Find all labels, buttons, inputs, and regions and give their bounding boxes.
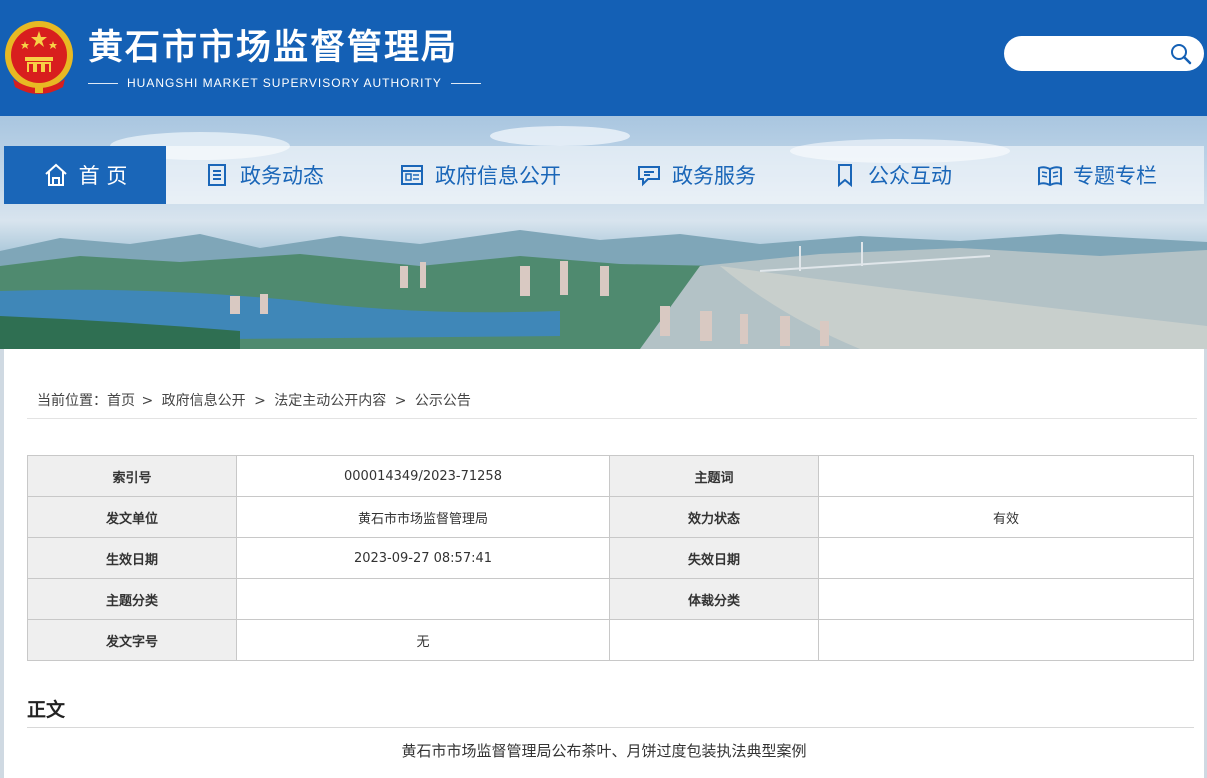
search-icon[interactable] — [1170, 43, 1192, 65]
divider — [27, 418, 1197, 419]
table-row: 主题分类 体裁分类 — [27, 578, 1194, 620]
document-title: 黄石市市场监督管理局公布茶叶、月饼过度包装执法典型案例 — [401, 742, 807, 760]
value-topic-category — [236, 578, 610, 620]
value-status: 有效 — [818, 496, 1194, 538]
value-expiry-date — [818, 537, 1194, 579]
label-genre-category: 体裁分类 — [609, 578, 819, 620]
nav-item-interaction[interactable]: 公众互动 — [794, 146, 990, 204]
value-empty — [818, 619, 1194, 661]
site-title-en: HUANGSHI MARKET SUPERVISORY AUTHORITY — [127, 76, 442, 90]
bookmark-icon — [838, 164, 852, 188]
table-row: 索引号 000014349/2023-71258 主题词 — [27, 455, 1194, 497]
value-effective-date: 2023-09-27 08:57:41 — [236, 537, 610, 579]
nav-item-services[interactable]: 政务服务 — [598, 146, 794, 204]
table-row: 发文单位 黄石市市场监督管理局 效力状态 有效 — [27, 496, 1194, 538]
site-subtitle: HUANGSHI MARKET SUPERVISORY AUTHORITY — [88, 75, 481, 91]
label-status: 效力状态 — [609, 496, 819, 538]
divider — [450, 82, 481, 84]
breadcrumb-item-info-disclosure[interactable]: 政府信息公开 — [162, 393, 246, 409]
metadata-table: 索引号 000014349/2023-71258 主题词 发文单位 黄石市市场监… — [27, 455, 1194, 661]
nav-item-label: 政府信息公开 — [435, 164, 561, 188]
main-content: 当前位置：首页 > 政府信息公开 > 法定主动公开内容 > 公示公告 索引号 0… — [4, 349, 1204, 778]
site-header: 黄石市市场监督管理局 HUANGSHI MARKET SUPERVISORY A… — [0, 0, 1207, 116]
site-title[interactable]: 黄石市市场监督管理局 — [88, 26, 458, 70]
table-row: 发文字号 无 — [27, 619, 1194, 661]
breadcrumb-item-home[interactable]: 首页 — [107, 393, 135, 409]
section-title-body: 正文 — [27, 699, 66, 721]
breadcrumb: 当前位置：首页 > 政府信息公开 > 法定主动公开内容 > 公示公告 — [37, 390, 473, 410]
value-index-no: 000014349/2023-71258 — [236, 455, 610, 497]
label-issuer: 发文单位 — [27, 496, 237, 538]
nav-item-home[interactable]: 首 页 — [4, 146, 166, 204]
label-keywords: 主题词 — [609, 455, 819, 497]
document-list-icon — [208, 164, 226, 186]
value-keywords — [818, 455, 1194, 497]
home-icon — [44, 163, 67, 186]
search-box[interactable] — [1004, 36, 1204, 71]
nav-item-label: 公众互动 — [868, 164, 952, 188]
divider — [27, 727, 1194, 728]
nav-item-special[interactable]: 专题专栏 — [990, 146, 1204, 204]
label-doc-number: 发文字号 — [27, 619, 237, 661]
table-row: 生效日期 2023-09-27 08:57:41 失效日期 — [27, 537, 1194, 579]
breadcrumb-separator: > — [394, 393, 407, 409]
nav-item-news[interactable]: 政务动态 — [166, 146, 362, 204]
main-nav: 首 页 政务动态 政府信息公开 政务服务 公众互动 专题专栏 — [4, 146, 1204, 204]
nav-item-label: 首 页 — [78, 164, 128, 188]
value-doc-number: 无 — [236, 619, 610, 661]
label-expiry-date: 失效日期 — [609, 537, 819, 579]
breadcrumb-prefix: 当前位置： — [37, 393, 107, 409]
label-effective-date: 生效日期 — [27, 537, 237, 579]
label-topic-category: 主题分类 — [27, 578, 237, 620]
chat-icon — [638, 166, 660, 187]
nav-item-label: 政务动态 — [240, 164, 324, 188]
open-book-icon — [1038, 166, 1062, 187]
label-index-no: 索引号 — [27, 455, 237, 497]
national-emblem-icon[interactable] — [3, 17, 75, 95]
label-empty — [609, 619, 819, 661]
nav-item-label: 政务服务 — [672, 164, 756, 188]
breadcrumb-item-statutory[interactable]: 法定主动公开内容 — [274, 393, 386, 409]
breadcrumb-separator: > — [254, 393, 266, 409]
breadcrumb-separator: > — [141, 393, 154, 409]
nav-item-label: 专题专栏 — [1073, 164, 1157, 188]
divider — [88, 82, 118, 84]
nav-item-info-disclosure[interactable]: 政府信息公开 — [362, 146, 598, 204]
newspaper-icon — [401, 165, 423, 185]
value-genre-category — [818, 578, 1194, 620]
breadcrumb-item-notices[interactable]: 公示公告 — [415, 393, 471, 409]
value-issuer: 黄石市市场监督管理局 — [236, 496, 610, 538]
